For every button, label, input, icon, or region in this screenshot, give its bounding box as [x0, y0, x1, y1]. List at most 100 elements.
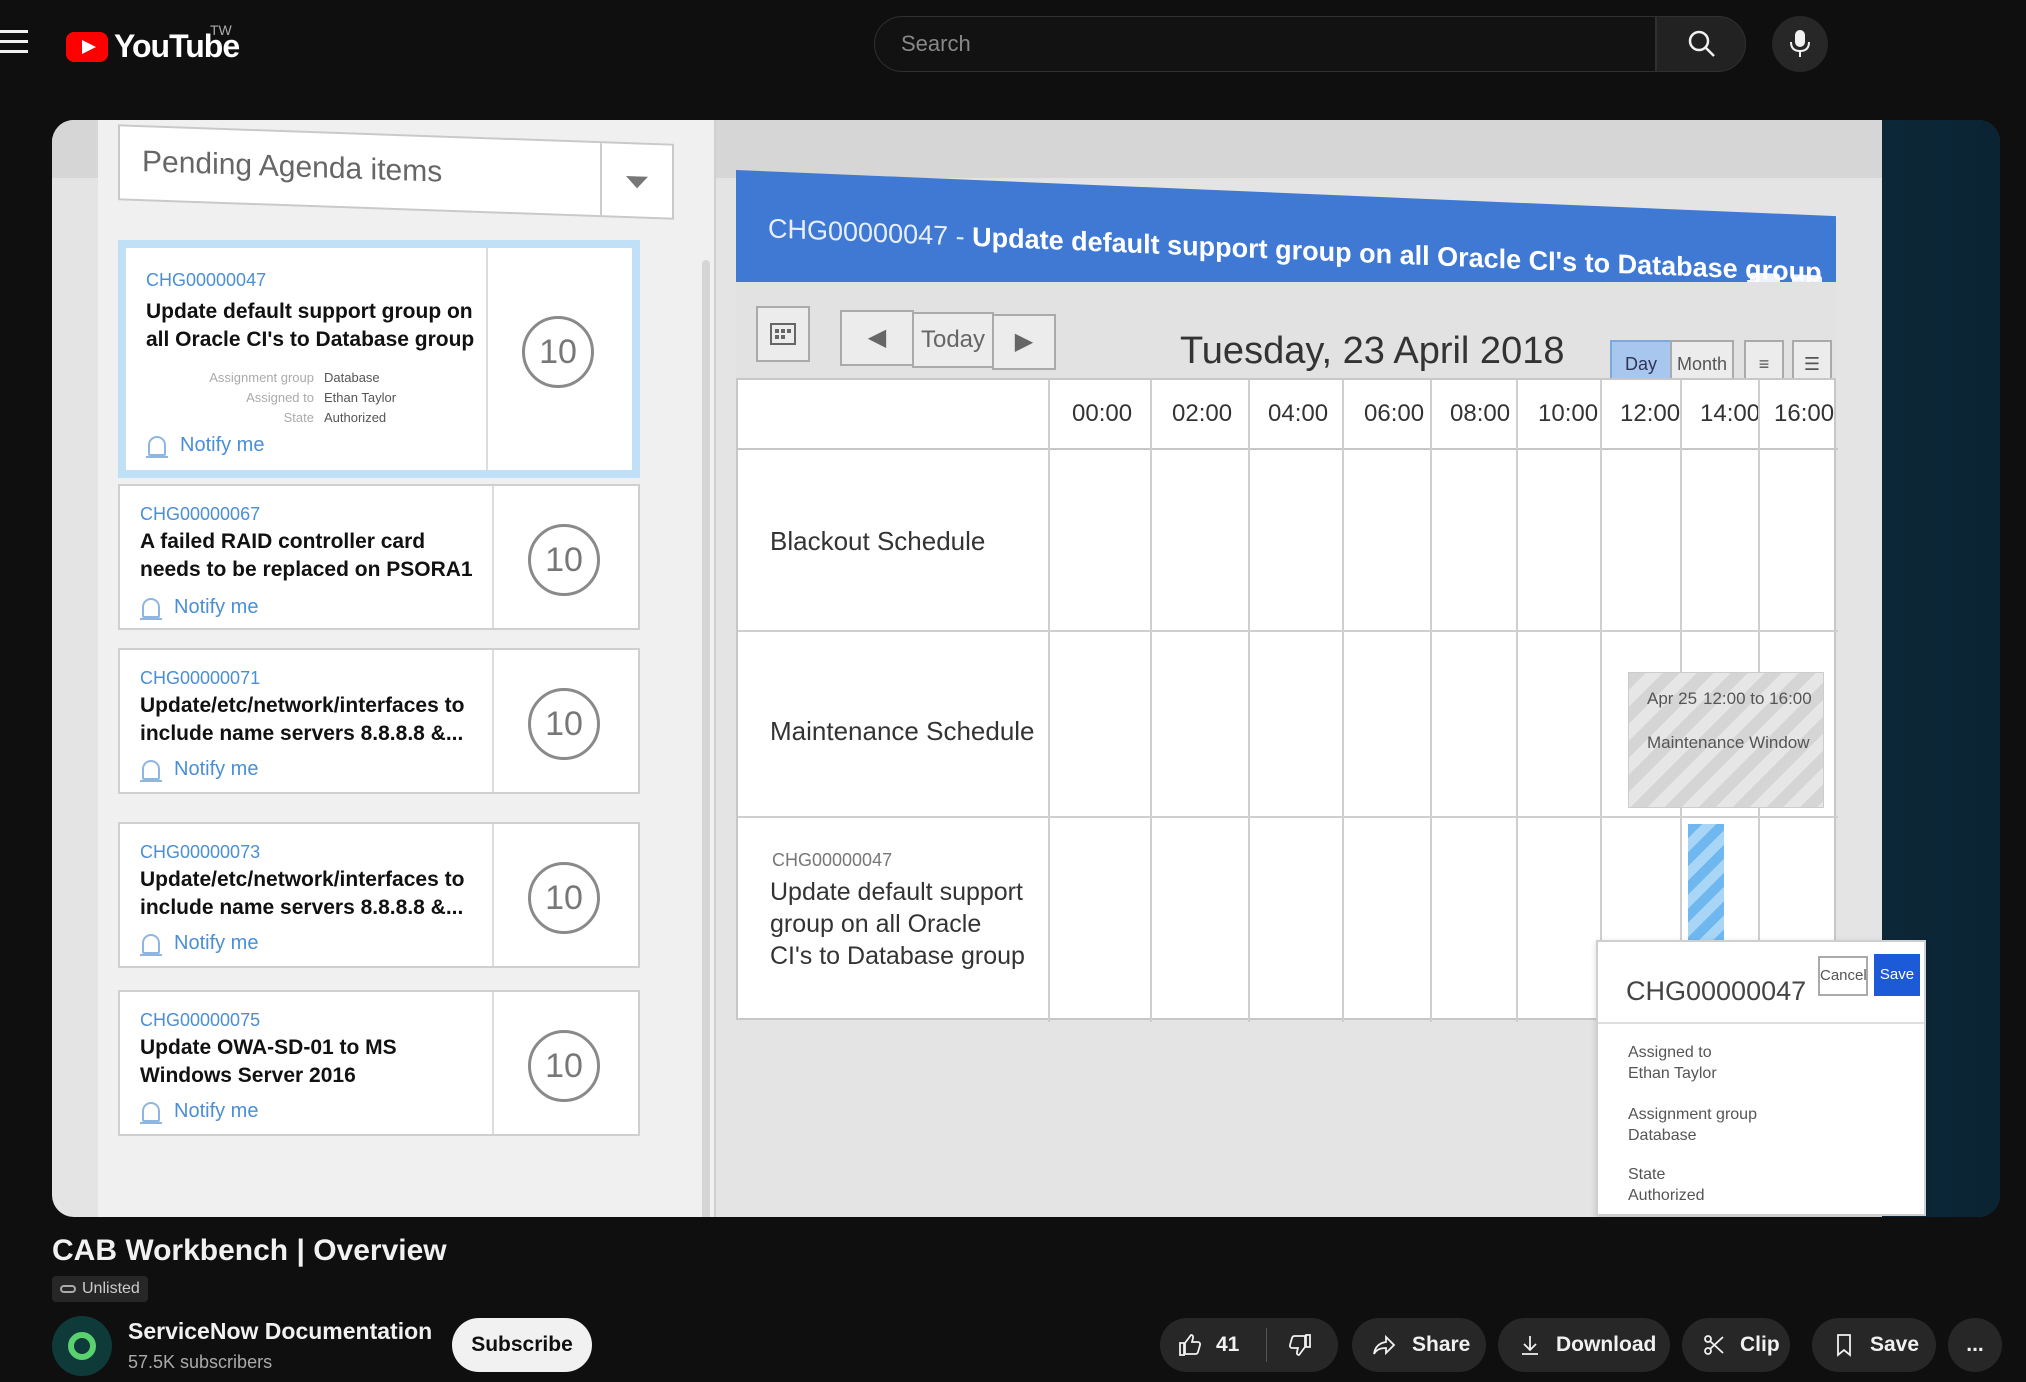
thumbs-down-icon	[1288, 1334, 1311, 1356]
agenda-card[interactable]: CHG00000075 Update OWA-SD-01 to MS Windo…	[118, 990, 640, 1136]
unlisted-badge: Unlisted	[52, 1276, 148, 1302]
search-button[interactable]	[1656, 16, 1746, 72]
count-badge: 10	[528, 1030, 600, 1102]
video-title: CAB Workbench | Overview	[52, 1234, 447, 1267]
popup-change-id: CHG00000047	[1626, 976, 1807, 1006]
dropdown-arrow-icon[interactable]	[600, 143, 672, 218]
subscriber-count: 57.5K subscribers	[128, 1352, 273, 1372]
share-icon	[1373, 1334, 1396, 1356]
change-row-description: Update default support group on all Orac…	[770, 878, 1025, 970]
time-label: 14:00	[1700, 400, 1761, 427]
agenda-card[interactable]: CHG00000047 Update default support group…	[118, 240, 640, 478]
change-row-id: CHG00000047	[772, 850, 893, 870]
video-frame: Pending Agenda items CHG00000047 Update …	[52, 120, 1926, 1217]
notify-me-link[interactable]: Notify me	[140, 1100, 258, 1124]
share-button[interactable]: Share	[1352, 1318, 1486, 1372]
scissors-icon	[1704, 1335, 1724, 1355]
time-label: 12:00	[1620, 400, 1681, 427]
popup-state: State Authorized	[1628, 1166, 1705, 1204]
count-badge: 10	[528, 862, 600, 934]
maintenance-window-date: Apr 25	[1647, 689, 1698, 708]
pending-agenda-panel: Pending Agenda items CHG00000047 Update …	[98, 120, 716, 1217]
change-title: Update/etc/network/interfaces to include…	[140, 694, 465, 745]
bell-icon	[140, 759, 162, 782]
search-box[interactable]	[874, 16, 1656, 72]
change-id[interactable]: CHG00000067	[140, 504, 260, 525]
subscribe-button[interactable]: Subscribe	[452, 1318, 592, 1372]
time-label: 10:00	[1538, 400, 1599, 427]
change-id[interactable]: CHG00000075	[140, 1010, 260, 1031]
voice-search-button[interactable]	[1772, 16, 1828, 72]
microphone-icon	[1790, 30, 1810, 57]
current-date: Tuesday, 23 April 2018	[1180, 330, 1565, 372]
next-button[interactable]: ▶	[992, 314, 1056, 370]
change-header-title: Update default support group on all Orac…	[972, 221, 1822, 288]
channel-avatar[interactable]	[52, 1316, 112, 1376]
notify-me-link[interactable]: Notify me	[146, 434, 264, 458]
change-details-popup: CHG00000047 Cancel Save Assigned to Etha…	[1596, 940, 1926, 1216]
count-badge: 10	[522, 316, 594, 388]
agenda-card[interactable]: CHG00000071 Update/etc/network/interface…	[118, 648, 640, 794]
bell-icon	[146, 435, 168, 458]
vote-count-cell: 10	[492, 650, 638, 792]
vote-count-cell: 10	[492, 992, 638, 1134]
download-button[interactable]: Download	[1498, 1318, 1670, 1372]
count-badge: 10	[528, 524, 600, 596]
left-arrow-icon: ◀	[867, 324, 887, 351]
notify-me-link[interactable]: Notify me	[140, 596, 258, 620]
pending-agenda-dropdown[interactable]: Pending Agenda items	[118, 124, 674, 220]
youtube-play-icon	[66, 31, 108, 62]
bell-icon	[140, 933, 162, 956]
time-header: 00:00 02:00 04:00 06:00 08:00 10:00 12:0…	[738, 380, 1838, 450]
clip-button[interactable]: Clip	[1682, 1318, 1790, 1372]
notify-me-link[interactable]: Notify me	[140, 758, 258, 782]
calendar-picker-button[interactable]	[756, 306, 810, 362]
dislike-button[interactable]	[1268, 1318, 1338, 1372]
maintenance-window-block[interactable]: Apr 25 12:00 to 16:00 Maintenance Window	[1628, 672, 1824, 808]
vote-count-cell: 10	[486, 248, 632, 470]
save-to-playlist-button[interactable]: Save	[1812, 1318, 1936, 1372]
agenda-card[interactable]: CHG00000073 Update/etc/network/interface…	[118, 822, 640, 968]
change-title: Update/etc/network/interfaces to include…	[140, 868, 465, 919]
save-button[interactable]: Save	[1874, 954, 1920, 996]
more-actions-button[interactable]: ...	[1948, 1318, 2002, 1372]
calendar-icon	[770, 323, 796, 345]
time-label: 16:00	[1774, 400, 1835, 427]
channel-name[interactable]: ServiceNow Documentation	[128, 1318, 432, 1345]
like-count: 41	[1216, 1333, 1240, 1356]
today-button[interactable]: Today	[912, 312, 994, 368]
video-player[interactable]: Pending Agenda items CHG00000047 Update …	[52, 120, 2000, 1217]
like-button[interactable]: 41	[1160, 1318, 1266, 1372]
region-label: TW	[210, 22, 232, 38]
change-id[interactable]: CHG00000073	[140, 842, 260, 863]
more-icon: ...	[1966, 1333, 1984, 1356]
change-title: Update default support group on all Orac…	[146, 300, 475, 351]
search-input[interactable]	[899, 30, 1655, 58]
like-dislike-group: 41	[1160, 1318, 1338, 1372]
schedule-panel: CHG00000047 - Update default support gro…	[736, 170, 1838, 1022]
change-id[interactable]: CHG00000047	[146, 270, 266, 291]
bell-icon	[140, 597, 162, 620]
pending-agenda-label: Pending Agenda items	[142, 145, 443, 189]
search-icon	[1688, 30, 1715, 57]
agenda-card[interactable]: CHG00000067 A failed RAID controller car…	[118, 484, 640, 630]
menu-icon[interactable]	[0, 30, 30, 56]
cancel-button[interactable]: Cancel	[1818, 956, 1868, 996]
link-icon	[60, 1285, 76, 1293]
blackout-schedule-label: Blackout Schedule	[770, 526, 986, 556]
maintenance-schedule-label: Maintenance Schedule	[770, 716, 1035, 746]
change-title: Update OWA-SD-01 to MS Windows Server 20…	[140, 1036, 397, 1087]
notify-me-link[interactable]: Notify me	[140, 932, 258, 956]
thumbs-up-icon	[1179, 1334, 1202, 1356]
scrollbar[interactable]	[702, 260, 710, 1217]
change-title: A failed RAID controller card needs to b…	[140, 530, 473, 581]
change-id[interactable]: CHG00000071	[140, 668, 260, 689]
masthead: YouTube TW	[0, 0, 2026, 92]
time-label: 04:00	[1268, 400, 1329, 427]
previous-button[interactable]: ◀	[840, 310, 914, 366]
maintenance-window-time: 12:00 to 16:00	[1703, 689, 1812, 708]
calendar-toolbar: ◀ Today ▶ Tuesday, 23 April 2018 Day Mon…	[736, 282, 1836, 388]
vote-count-cell: 10	[492, 486, 638, 628]
bell-icon	[140, 1101, 162, 1124]
maintenance-window-label: Maintenance Window	[1647, 733, 1810, 752]
